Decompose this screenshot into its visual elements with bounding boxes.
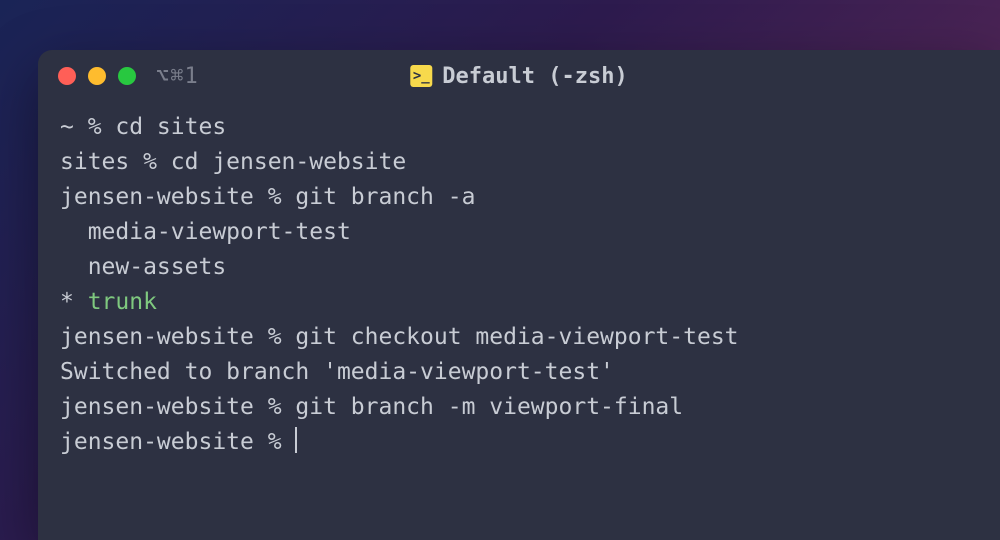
command: git checkout media-viewport-test [295,324,738,350]
window-title-text: Default (-zsh) [442,64,627,89]
window-title: >_ Default (-zsh) [410,64,627,89]
minimize-button[interactable] [88,67,106,85]
command: git branch -a [295,184,475,210]
titlebar-shortcut: ⌥⌘1 [156,64,199,89]
maximize-button[interactable] [118,67,136,85]
command: git branch -m viewport-final [295,394,683,420]
prompt: sites % [60,149,171,175]
terminal-line: jensen-website % [60,425,978,460]
prompt: jensen-website % [60,394,295,420]
prompt: jensen-website % [60,184,295,210]
command: cd sites [115,114,226,140]
traffic-lights [58,67,136,85]
terminal-line: jensen-website % git checkout media-view… [60,320,978,355]
branch-output-current: * trunk [60,285,978,320]
terminal-icon: >_ [410,65,432,87]
prompt: jensen-website % [60,429,295,455]
branch-output: media-viewport-test [60,215,978,250]
terminal-window: ⌥⌘1 >_ Default (-zsh) ~ % cd sitessites … [38,50,1000,540]
prompt: ~ % [60,114,115,140]
terminal-body[interactable]: ~ % cd sitessites % cd jensen-websitejen… [38,102,1000,468]
output: Switched to branch 'media-viewport-test' [60,355,978,390]
terminal-line: jensen-website % git branch -a [60,180,978,215]
terminal-line: ~ % cd sites [60,110,978,145]
terminal-line: sites % cd jensen-website [60,145,978,180]
branch-output: new-assets [60,250,978,285]
command: cd jensen-website [171,149,406,175]
window-titlebar: ⌥⌘1 >_ Default (-zsh) [38,50,1000,102]
current-branch-marker: * [60,289,88,315]
close-button[interactable] [58,67,76,85]
cursor [295,427,297,453]
current-branch-name: trunk [88,289,157,315]
prompt: jensen-website % [60,324,295,350]
terminal-line: jensen-website % git branch -m viewport-… [60,390,978,425]
